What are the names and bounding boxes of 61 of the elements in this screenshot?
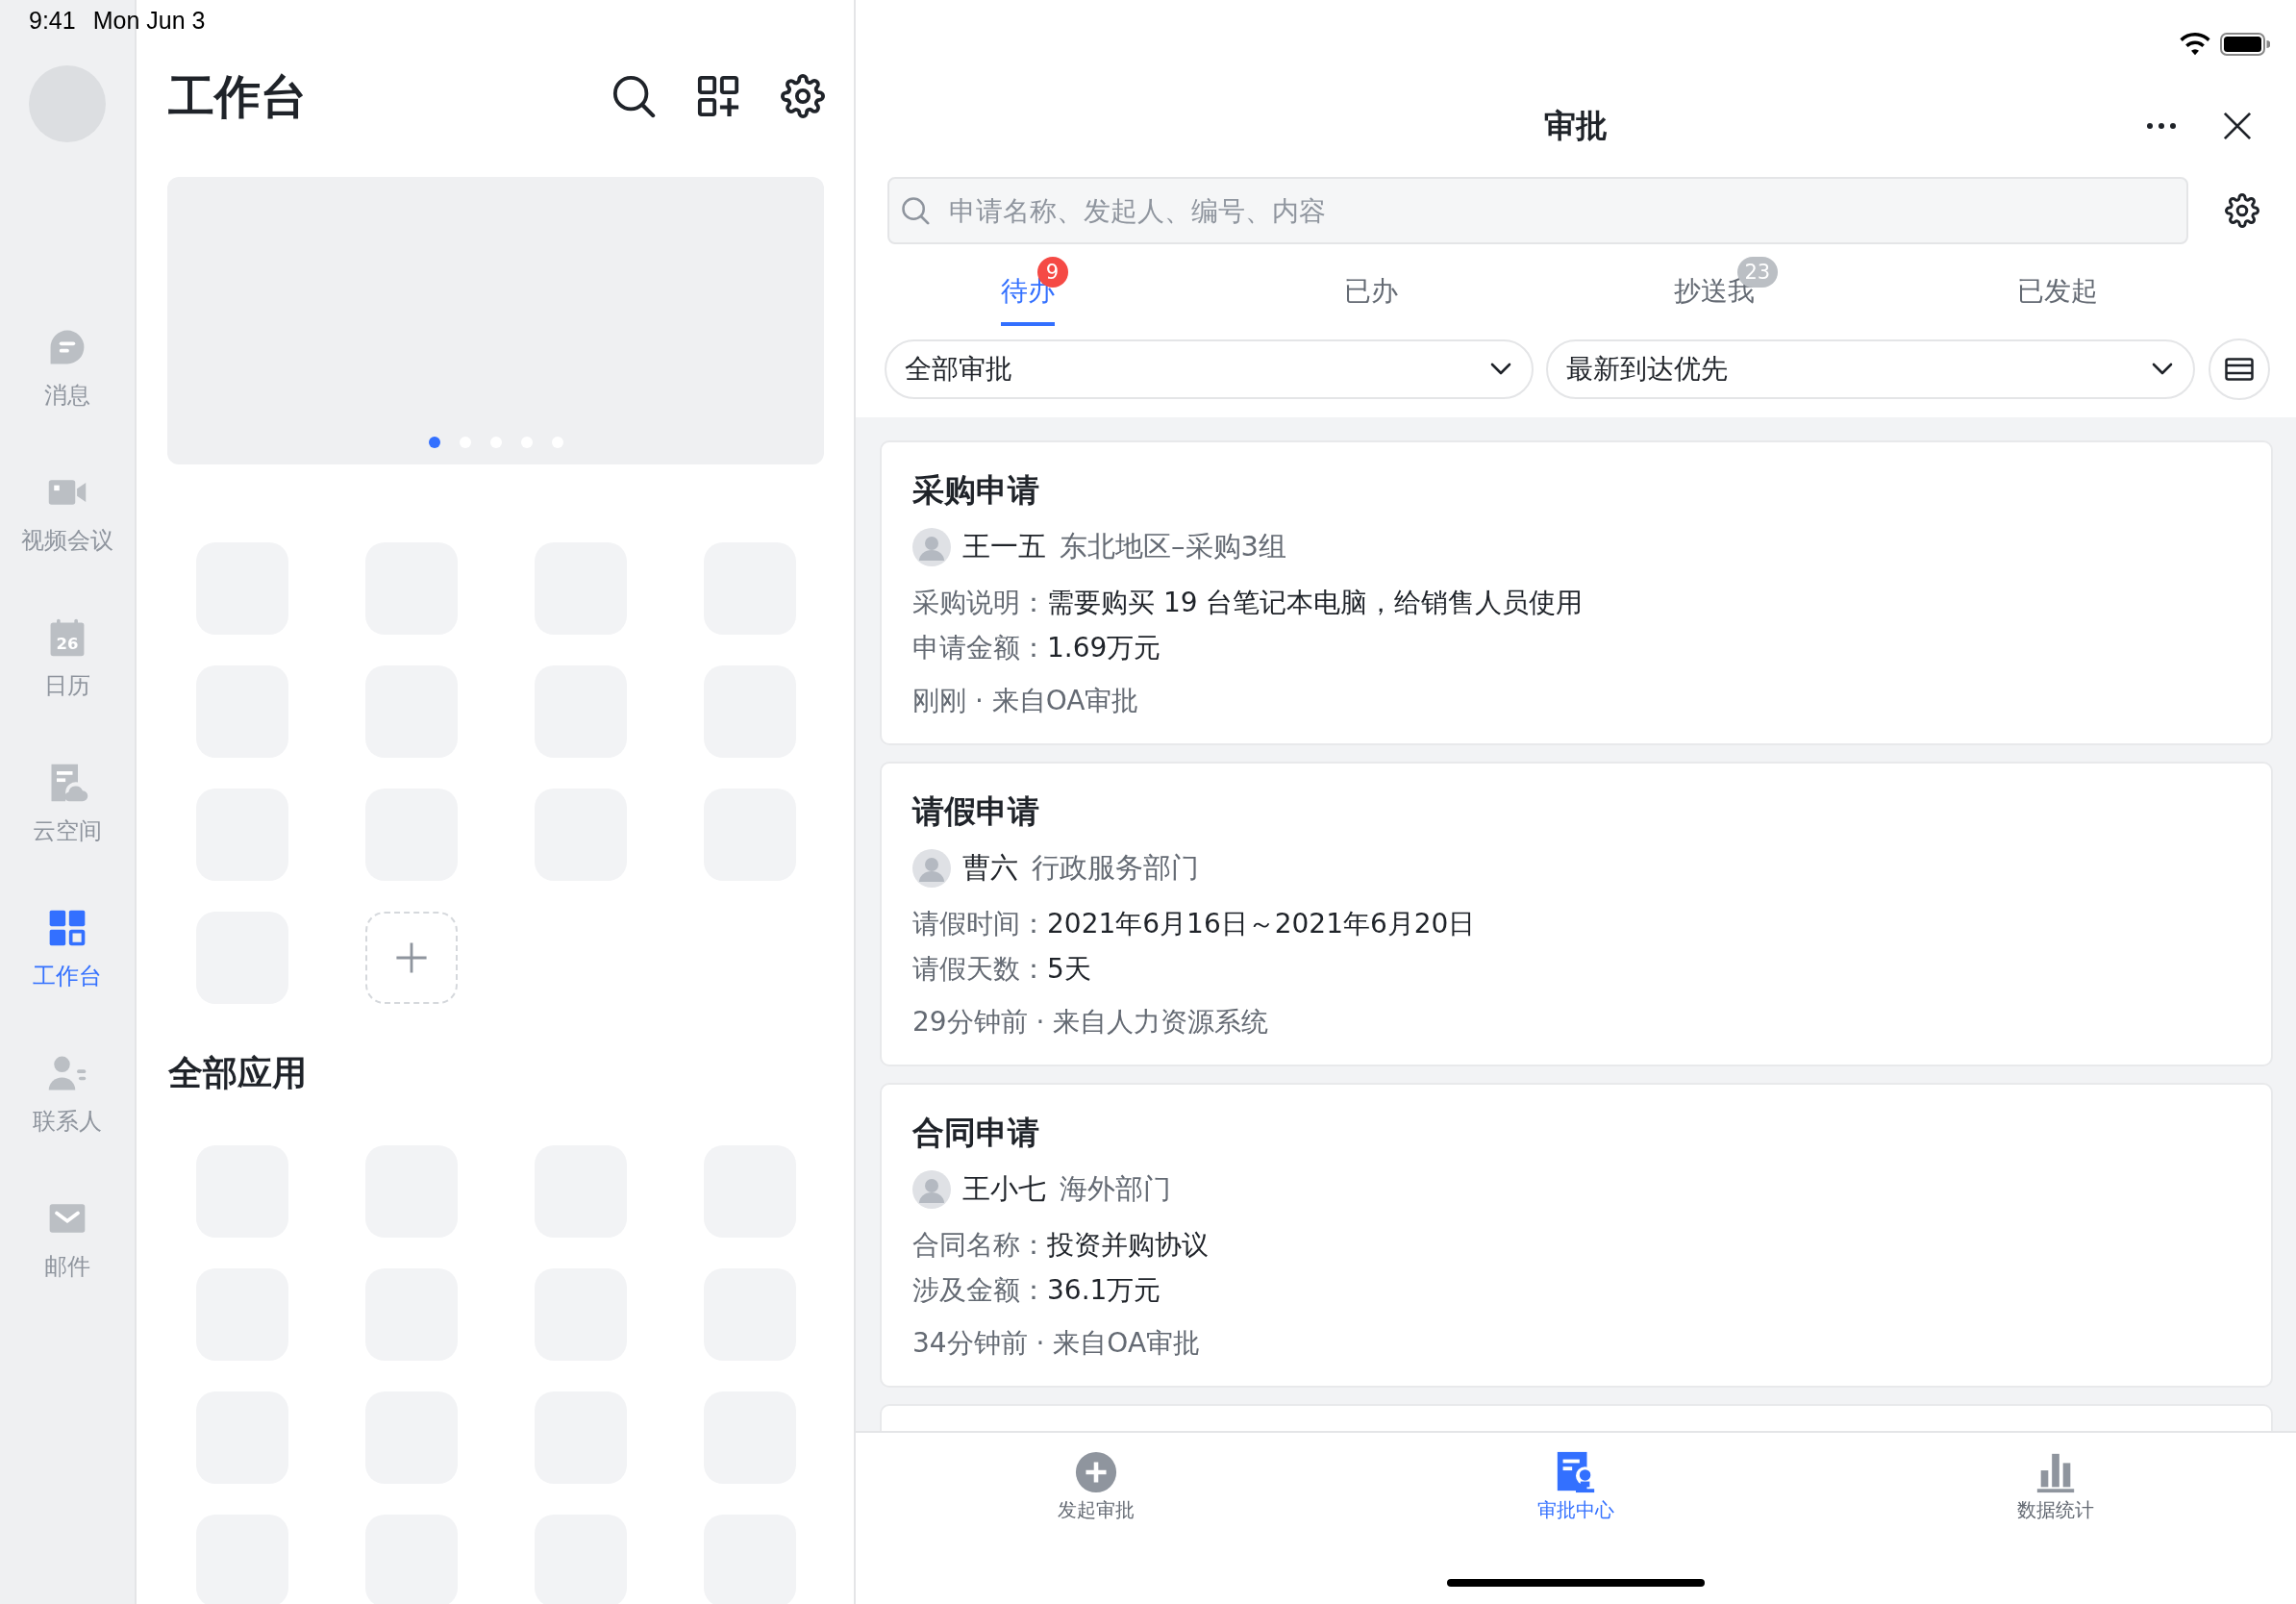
view-toggle-button[interactable]	[2209, 338, 2270, 400]
wifi-icon	[2180, 33, 2210, 56]
card-title: 合同申请	[912, 1114, 1039, 1152]
approval-card[interactable]: 请假申请 曹六 行政服务部门 请假时间：2021年6月16日～2021年6月20日 请假天数：5天 29分钟前 · 来自人力资源系统	[880, 762, 2273, 1066]
field-value: 投资并购协议	[1047, 1228, 1209, 1263]
avatar-icon	[912, 1170, 951, 1209]
chevron-down-icon	[1490, 363, 1511, 376]
plus-icon	[395, 941, 428, 974]
approval-card[interactable]: 合同申请 王小七 海外部门 合同名称：投资并购协议 涉及金额：36.1万元 34分钟前 · 来自OA审批	[880, 1083, 2273, 1388]
filter-dropdown[interactable]: 最新到达优先	[1546, 339, 2195, 399]
avatar-icon	[912, 528, 951, 566]
card-meta-text: 刚刚 · 来自OA审批	[912, 684, 1139, 718]
plus-circle-icon	[1073, 1450, 1118, 1494]
field-label: 申请金额：	[912, 631, 1047, 665]
applicant-name: 曹六	[962, 850, 1018, 886]
department-text: 海外部门	[1060, 1171, 1171, 1207]
department-text: 东北地区–采购3组	[1060, 529, 1286, 564]
battery-icon	[2220, 33, 2270, 56]
status-date: Mon Jun 3	[92, 6, 206, 35]
search-icon	[901, 196, 930, 225]
settings-icon[interactable]	[781, 74, 825, 118]
department-text: 行政服务部门	[1032, 850, 1199, 886]
card-title: 采购申请	[912, 471, 1039, 510]
approval-card[interactable]: 采购申请 王一五 东北地区–采购3组 采购说明：需要购买 19 台笔记本电脑，给销售人员使用 申请金额：1.69万元 刚刚 · 来自OA审批	[880, 440, 2273, 745]
bottom-nav-item[interactable]: 审批中心	[1537, 1450, 1614, 1521]
field-label: 采购说明：	[912, 586, 1047, 620]
panel-title: 审批	[1544, 107, 1608, 145]
section-title: 全部应用	[168, 1052, 307, 1094]
search-icon[interactable]	[611, 74, 656, 118]
field-value: 1.69万元	[1047, 631, 1161, 665]
field-value: 36.1万元	[1047, 1273, 1161, 1308]
close-icon[interactable]	[2223, 112, 2252, 140]
sidebar-nav-item[interactable]: 工作台	[33, 907, 102, 990]
tab[interactable]: 已办	[1343, 254, 1398, 326]
settings-icon[interactable]	[2225, 193, 2259, 228]
bottom-nav-item[interactable]: 数据统计	[2017, 1450, 2095, 1521]
applicant-name: 王一五	[962, 529, 1046, 564]
card-title: 请假申请	[912, 792, 1039, 831]
add-app-button[interactable]	[365, 912, 458, 1004]
status-time: 9:41	[29, 6, 76, 35]
applicant-name: 王小七	[962, 1171, 1046, 1207]
field-label: 请假天数：	[912, 952, 1047, 987]
workbench-title: 工作台	[168, 68, 307, 125]
field-value: 需要购买 19 台笔记本电脑，给销售人员使用	[1047, 586, 1584, 620]
field-label: 涉及金额：	[912, 1273, 1047, 1308]
chevron-down-icon	[2152, 363, 2173, 376]
field-label: 合同名称：	[912, 1228, 1047, 1263]
avatar-icon	[912, 849, 951, 888]
field-value: 5天	[1047, 952, 1091, 987]
carousel-dot[interactable]	[428, 437, 440, 448]
search-field[interactable]: 申请名称、发起人、编号、内容	[887, 177, 2188, 244]
grid-plus-icon[interactable]	[696, 74, 740, 118]
card-meta-text: 34分钟前 · 来自OA审批	[912, 1326, 1201, 1361]
card-meta-text: 29分钟前 · 来自人力资源系统	[912, 1005, 1269, 1040]
more-icon[interactable]	[2147, 123, 2176, 129]
tab[interactable]: 已发起	[2016, 254, 2098, 326]
filter-dropdown[interactable]: 全部审批	[885, 339, 1534, 399]
field-value: 2021年6月16日～2021年6月20日	[1047, 907, 1476, 941]
bottom-nav-item[interactable]: 发起审批	[1057, 1450, 1135, 1521]
field-label: 请假时间：	[912, 907, 1047, 941]
list-layout-icon	[2225, 358, 2254, 381]
